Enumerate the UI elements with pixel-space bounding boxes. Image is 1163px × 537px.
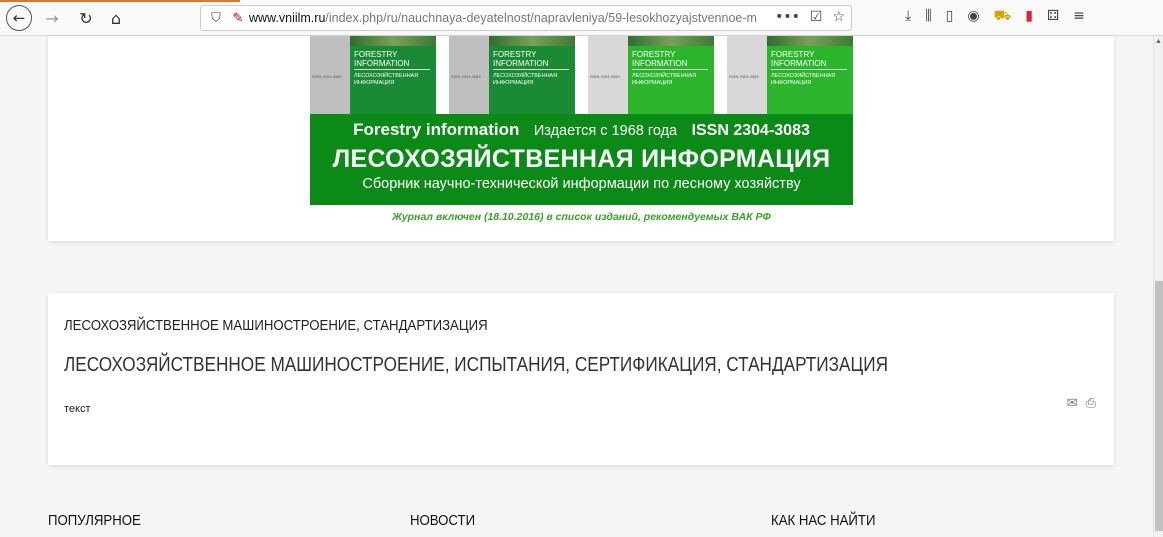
sidebar-icon[interactable]: ▯ xyxy=(946,8,954,26)
banner-english-title: Forestry information xyxy=(353,120,520,139)
insecure-connection-icon[interactable]: ✎ xyxy=(227,11,249,26)
article-body: текст xyxy=(64,403,91,415)
banner-russian-title: ЛЕСОХОЗЯЙСТВЕННАЯ ИНФОРМАЦИЯ xyxy=(332,145,831,173)
downloads-icon[interactable]: ⤓ xyxy=(905,8,911,26)
cover-title: FORESTRY INFORMATION xyxy=(354,50,410,68)
banner-card: ISSN 2304-3083 FORESTRY INFORMATION ЛЕСО… xyxy=(48,36,1114,241)
home-icon: ⌂ xyxy=(110,8,122,28)
scroll-thumb[interactable] xyxy=(1155,281,1163,531)
vak-note: Журнал включен (18.10.2016) в список изд… xyxy=(392,211,771,223)
article-title: ЛЕСОХОЗЯЙСТВЕННОЕ МАШИНОСТРОЕНИЕ, ИСПЫТА… xyxy=(64,354,889,376)
url-bar[interactable]: ⛉ ✎ www.vniilm.ru/index.php/ru/nauchnaya… xyxy=(200,5,852,31)
library-icon[interactable]: ⫼ xyxy=(925,8,931,26)
tracking-shield-icon[interactable]: ⛉ xyxy=(205,11,227,26)
footer-heading-find-us: КАК НАС НАЙТИ xyxy=(771,512,876,529)
cart-icon[interactable]: ⛟ xyxy=(994,8,1012,26)
url-domain: www.vniilm.ru xyxy=(249,11,326,25)
browser-toolbar: ← → ↻ ⌂ ⛉ ✎ www.vniilm.ru/index.php/ru/n… xyxy=(0,0,1163,36)
pocket-icon[interactable]: ☑ xyxy=(810,9,823,25)
email-icon[interactable]: ✉ xyxy=(1067,396,1078,411)
cover-photo xyxy=(628,36,714,46)
journal-banner[interactable]: ISSN 2304-3083 FORESTRY INFORMATION ЛЕСО… xyxy=(310,36,853,223)
cover-title: FORESTRY INFORMATION xyxy=(632,50,688,68)
journal-covers: ISSN 2304-3083 FORESTRY INFORMATION ЛЕСО… xyxy=(310,36,853,114)
cover-title: FORESTRY INFORMATION xyxy=(493,50,549,68)
menu-icon[interactable]: ≡ xyxy=(1073,8,1085,26)
extensions-icon[interactable]: ⚃ xyxy=(1047,8,1059,26)
cover-subtitle: ЛЕСОХОЗЯЙСТВЕННАЯ ИНФОРМАЦИЯ xyxy=(771,73,836,86)
article-category[interactable]: ЛЕСОХОЗЯЙСТВЕННОЕ МАШИНОСТРОЕНИЕ, СТАНДА… xyxy=(64,317,488,334)
forward-arrow-icon: → xyxy=(45,8,59,28)
print-icon[interactable]: ⎙ xyxy=(1086,396,1096,411)
banner-issn: ISSN 2304-3083 xyxy=(691,122,810,139)
url-text[interactable]: www.vniilm.ru/index.php/ru/nauchnaya-dey… xyxy=(249,11,769,25)
cover-issn: ISSN 2304-3083 xyxy=(451,74,481,79)
reload-button[interactable]: ↻ xyxy=(74,6,98,30)
reload-icon: ↻ xyxy=(79,8,93,28)
cover-subtitle: ЛЕСОХОЗЯЙСТВЕННАЯ ИНФОРМАЦИЯ xyxy=(632,73,697,86)
page-scrollbar[interactable]: ▲ xyxy=(1153,36,1163,537)
cover-issn: ISSN 2304-3083 xyxy=(590,74,620,79)
flag-icon[interactable]: ▮ xyxy=(1025,8,1033,26)
home-button[interactable]: ⌂ xyxy=(104,6,128,30)
cover-issn: ISSN 2304-3083 xyxy=(729,74,759,79)
footer-heading-news: НОВОСТИ xyxy=(410,512,476,529)
banner-since: Издается с 1968 года xyxy=(533,123,678,139)
account-icon[interactable]: ◉ xyxy=(967,8,979,26)
back-arrow-icon: ← xyxy=(12,9,26,27)
tab-accent xyxy=(0,0,240,2)
journal-cover: ISSN 2304-3083 FORESTRY INFORMATION ЛЕСО… xyxy=(449,36,575,114)
banner-title-block: Forestry information Издается с 1968 год… xyxy=(310,114,853,205)
forward-button[interactable]: → xyxy=(40,6,64,30)
journal-cover: ISSN 2304-3083 FORESTRY INFORMATION ЛЕСО… xyxy=(310,36,436,114)
journal-cover: ISSN 2304-3083 FORESTRY INFORMATION ЛЕСО… xyxy=(588,36,714,114)
cover-issn: ISSN 2304-3083 xyxy=(312,74,342,79)
journal-cover: ISSN 2304-3083 FORESTRY INFORMATION ЛЕСО… xyxy=(727,36,853,114)
url-path: /index.php/ru/nauchnaya-deyatelnost/napr… xyxy=(325,11,757,25)
banner-description: Сборник научно-технической информации по… xyxy=(362,176,801,192)
bookmark-star-icon[interactable]: ☆ xyxy=(832,9,845,25)
page-actions-icon[interactable]: ••• xyxy=(775,9,800,25)
footer-heading-popular: ПОПУЛЯРНОЕ xyxy=(48,512,141,529)
cover-photo xyxy=(489,36,575,46)
back-button[interactable]: ← xyxy=(6,5,32,31)
cover-photo xyxy=(350,36,436,46)
cover-title: FORESTRY INFORMATION xyxy=(771,50,827,68)
cover-subtitle: ЛЕСОХОЗЯЙСТВЕННАЯ ИНФОРМАЦИЯ xyxy=(354,73,419,86)
cover-subtitle: ЛЕСОХОЗЯЙСТВЕННАЯ ИНФОРМАЦИЯ xyxy=(493,73,558,86)
article-card: ЛЕСОХОЗЯЙСТВЕННОЕ МАШИНОСТРОЕНИЕ, СТАНДА… xyxy=(48,293,1114,465)
scroll-up-icon[interactable]: ▲ xyxy=(1155,38,1162,45)
cover-photo xyxy=(767,36,853,46)
